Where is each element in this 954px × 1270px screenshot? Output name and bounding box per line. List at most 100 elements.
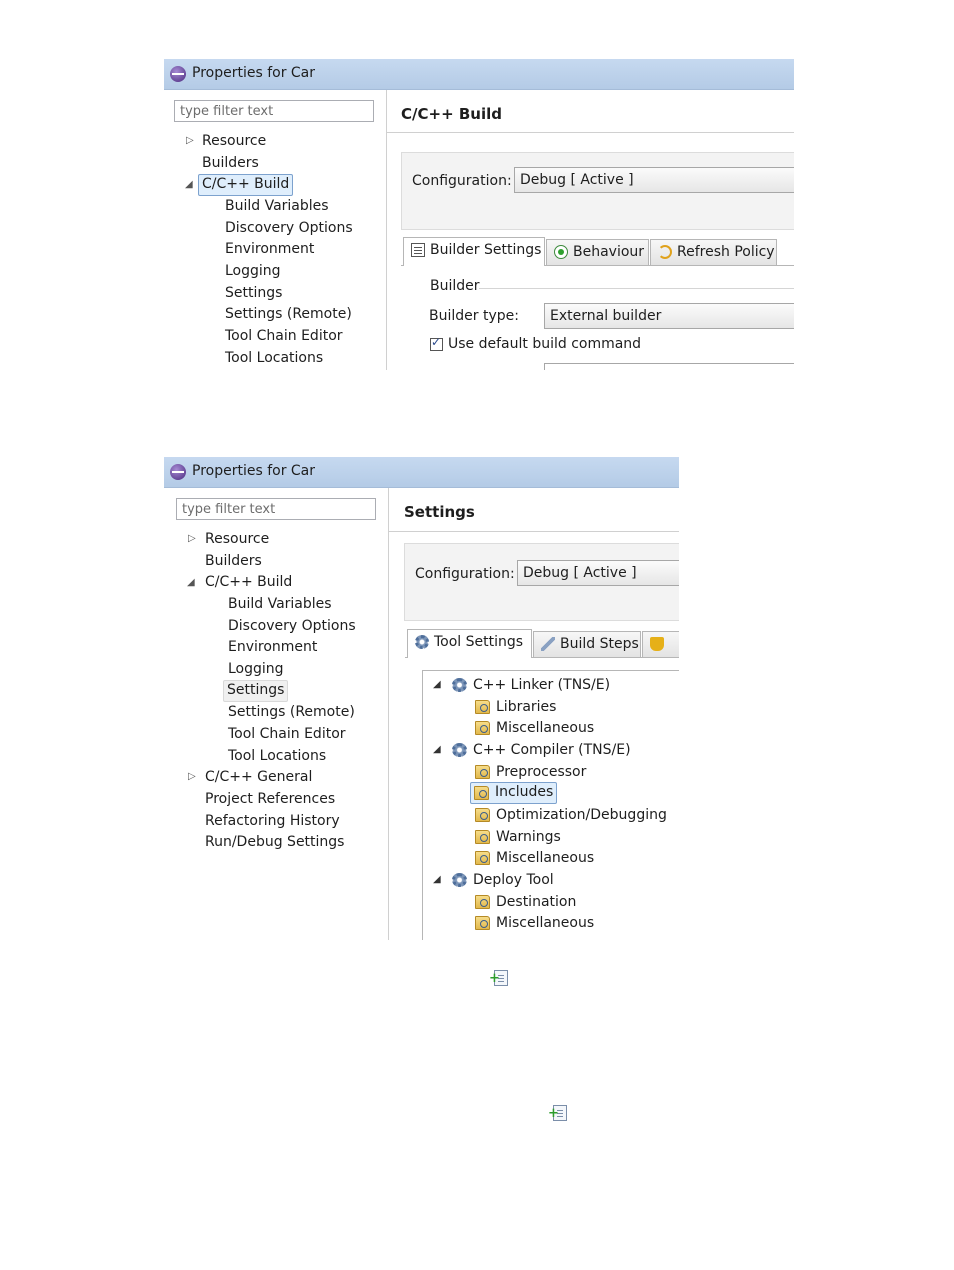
tree-item-build-variables[interactable]: Build Variables [228,594,332,614]
option-folder-icon [475,916,490,930]
tool-settings-tree: ◢ C++ Linker (TNS/E) Libraries Miscellan… [422,670,679,940]
configuration-select[interactable]: Debug [ Active ] [514,167,794,193]
expand-arrow-icon[interactable]: ▷ [186,131,194,151]
tree-item-destination[interactable]: Destination [472,892,576,912]
tree-item-tool-chain-editor[interactable]: Tool Chain Editor [225,326,343,346]
tab-refresh-policy[interactable]: Refresh Policy [650,239,777,265]
tree-item-deploy-tool[interactable]: Deploy Tool [449,870,554,890]
option-folder-icon [475,808,490,822]
option-folder-icon [475,765,490,779]
tree-item-cpp-build[interactable]: C/C++ Build [198,174,294,196]
hammer-icon [541,637,555,651]
tree-item-label: Libraries [496,699,557,715]
tree-item-label: Destination [496,894,577,910]
tree-item-preprocessor[interactable]: Preprocessor [472,762,586,782]
tree-item-run-debug-settings[interactable]: Run/Debug Settings [205,832,344,852]
expand-arrow-icon[interactable]: ▷ [188,529,196,549]
tab-builder-settings[interactable]: Builder Settings [403,237,545,266]
tree-item-tool-locations[interactable]: Tool Locations [225,348,323,368]
tab-strip: Tool Settings Build Steps [405,629,679,658]
tool-icon [452,873,467,887]
tab-strip: Builder Settings Behaviour Refresh Polic… [401,237,794,266]
trophy-icon [650,637,664,651]
tree-item-label: Optimization/Debugging [496,807,667,823]
tree-item-discovery-options[interactable]: Discovery Options [228,616,356,636]
configuration-box: Configuration: Debug [ Active ] [401,152,794,230]
tab-build-artifact[interactable] [642,631,679,657]
tree-item-settings[interactable]: Settings [225,283,282,303]
tree-item-miscellaneous[interactable]: Miscellaneous [472,913,594,933]
collapse-arrow-icon[interactable]: ◢ [433,675,441,695]
tree-item-build-variables[interactable]: Build Variables [225,196,329,216]
builder-type-select[interactable]: External builder [544,303,794,329]
collapse-arrow-icon[interactable]: ◢ [185,175,193,195]
tree-item-libraries[interactable]: Libraries [472,697,556,717]
tree-item-environment[interactable]: Environment [225,239,314,259]
tree-item-label: Miscellaneous [496,915,595,931]
option-folder-icon [475,851,490,865]
document-icon [411,243,425,257]
tree-item-cpp-build[interactable]: C/C++ Build [205,572,292,592]
tab-tool-settings[interactable]: Tool Settings [407,629,532,658]
tree-item-miscellaneous[interactable]: Miscellaneous [472,718,594,738]
tree-item-optimization-debugging[interactable]: Optimization/Debugging [472,805,667,825]
tree-item-label: Deploy Tool [473,872,554,888]
use-default-label: Use default build command [448,336,642,352]
tree-item-tool-locations[interactable]: Tool Locations [228,746,326,766]
tree-item-resource[interactable]: Resource [202,131,266,151]
tree-item-settings-remote[interactable]: Settings (Remote) [225,304,352,324]
content-pane: Settings Configuration: Debug [ Active ]… [389,488,679,940]
tree-item-cpp-compiler[interactable]: C++ Compiler (TNS/E) [449,740,631,760]
tree-item-resource[interactable]: Resource [205,529,269,549]
configuration-select[interactable]: Debug [ Active ] [517,560,679,586]
filter-input[interactable]: type filter text [174,100,374,122]
expand-arrow-icon[interactable]: ▷ [188,767,196,787]
collapse-arrow-icon[interactable]: ◢ [187,573,195,593]
tree-item-logging[interactable]: Logging [225,261,281,281]
option-folder-icon [475,721,490,735]
tree-item-warnings[interactable]: Warnings [472,827,561,847]
tree-item-logging[interactable]: Logging [228,659,284,679]
tab-behaviour[interactable]: Behaviour [546,239,649,265]
navigation-pane: type filter text ▷ Resource Builders ◢ C… [164,488,389,940]
filter-input[interactable]: type filter text [176,498,376,520]
page-title: Settings [404,503,475,521]
add-file-icon [548,1105,567,1121]
refresh-icon [658,245,672,259]
collapse-arrow-icon[interactable]: ◢ [433,740,441,760]
tab-label: Tool Settings [434,634,524,650]
tree-item-label: Preprocessor [496,764,587,780]
tree-item-discovery-options[interactable]: Discovery Options [225,218,353,238]
window-title: Properties for Car [192,463,316,479]
use-default-checkbox[interactable] [430,335,443,351]
tool-icon [452,678,467,692]
window-title: Properties for Car [192,65,316,81]
tree-item-tool-chain-editor[interactable]: Tool Chain Editor [228,724,346,744]
tree-item-cpp-linker[interactable]: C++ Linker (TNS/E) [449,675,610,695]
properties-dialog-2: Properties for Car type filter text ▷ Re… [164,457,679,940]
tab-label: Build Steps [560,636,639,652]
tab-label: Builder Settings [430,242,542,258]
tree-item-settings-remote[interactable]: Settings (Remote) [228,702,355,722]
tree-item-miscellaneous[interactable]: Miscellaneous [472,848,594,868]
title-bar: Properties for Car [164,457,679,488]
tree-item-settings[interactable]: Settings [223,680,289,702]
properties-dialog-1: Properties for Car type filter text ▷ Re… [164,59,794,370]
tree-item-includes[interactable]: Includes [470,782,558,804]
divider [387,132,794,133]
collapse-arrow-icon[interactable]: ◢ [433,870,441,890]
tree-item-environment[interactable]: Environment [228,637,317,657]
tree-item-project-references[interactable]: Project References [205,789,335,809]
page-title: C/C++ Build [401,105,502,123]
title-bar: Properties for Car [164,59,794,90]
tree-item-builders[interactable]: Builders [205,551,262,571]
tab-build-steps[interactable]: Build Steps [533,631,641,657]
eclipse-icon [170,464,186,480]
configuration-box: Configuration: Debug [ Active ] [404,543,679,621]
configuration-label: Configuration: [415,566,515,582]
tree-item-builders[interactable]: Builders [202,153,259,173]
tree-item-label: Miscellaneous [496,850,595,866]
tree-item-cpp-general[interactable]: C/C++ General [205,767,312,787]
build-command-field[interactable] [544,363,794,370]
tree-item-refactoring-history[interactable]: Refactoring History [205,811,340,831]
